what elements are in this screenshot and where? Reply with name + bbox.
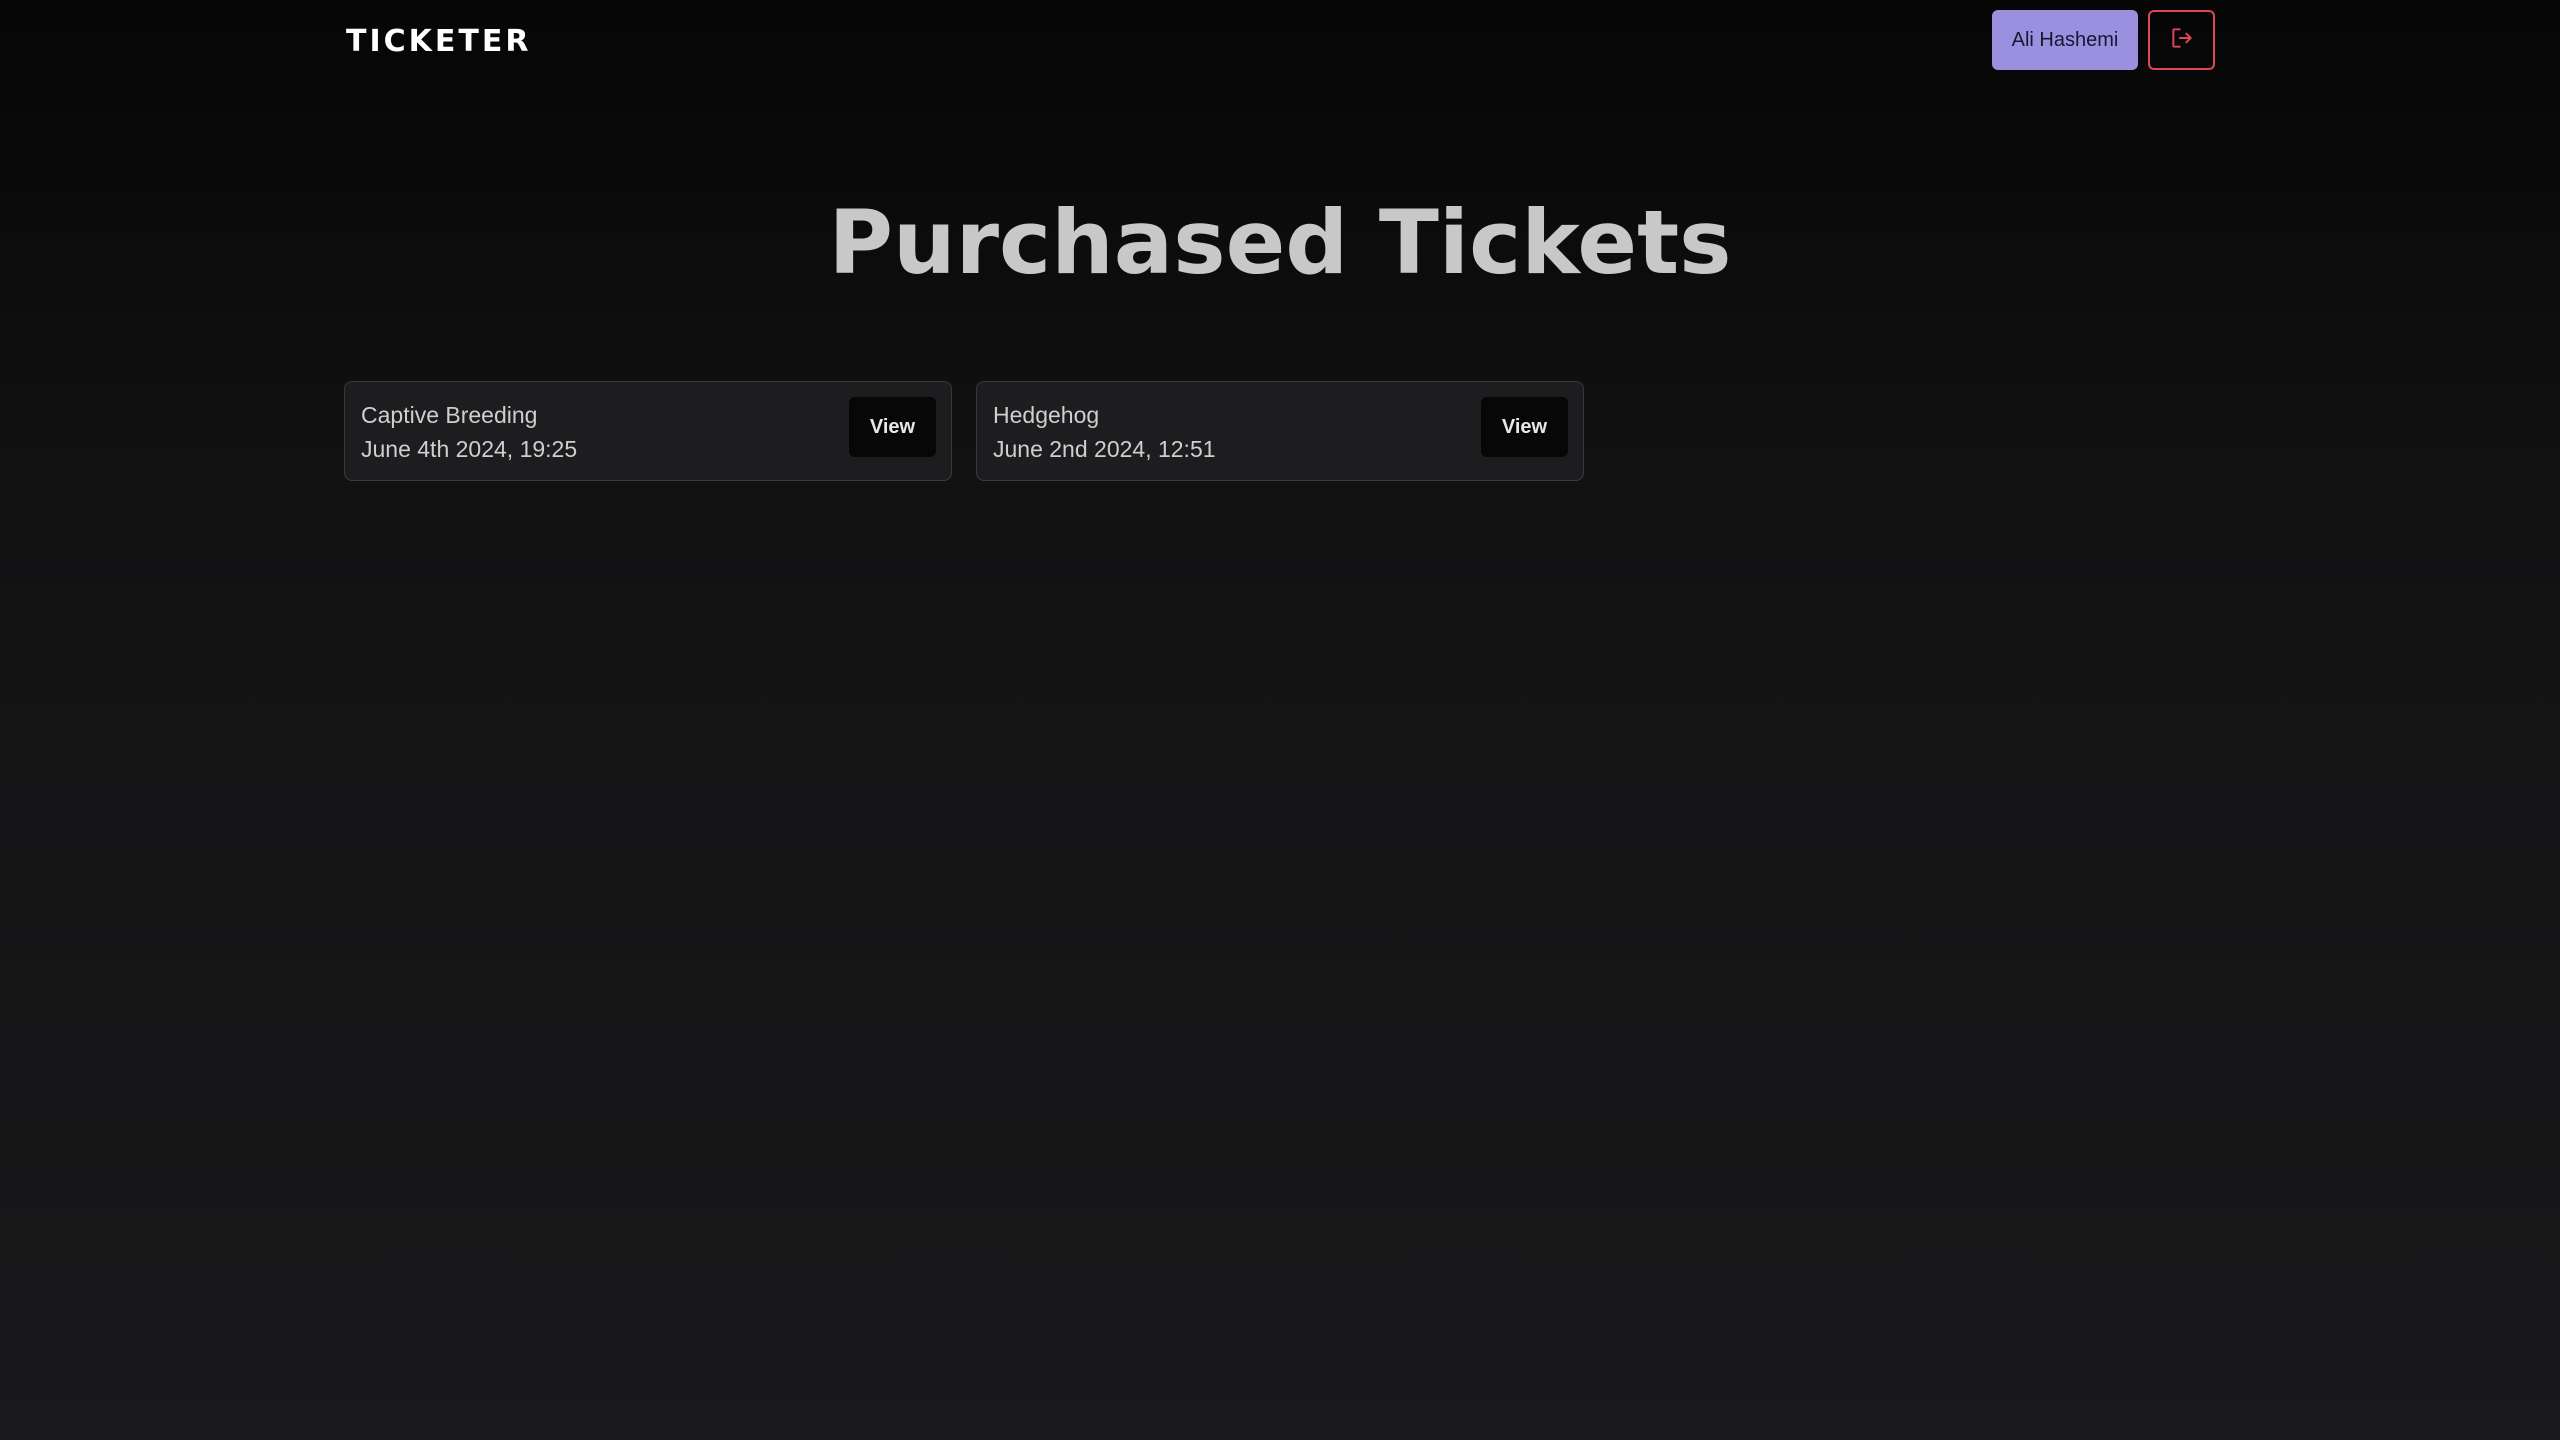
logout-icon	[2169, 25, 2195, 56]
ticket-card: Captive Breeding June 4th 2024, 19:25 Vi…	[344, 381, 952, 481]
ticket-date: June 2nd 2024, 12:51	[993, 436, 1216, 462]
view-ticket-button[interactable]: View	[849, 397, 936, 457]
ticket-name: Captive Breeding	[361, 402, 538, 428]
logo[interactable]: TICKETER	[346, 22, 531, 62]
page-title: Purchased Tickets	[828, 191, 1732, 294]
ticket-name: Hedgehog	[993, 402, 1100, 428]
view-ticket-button[interactable]: View	[1481, 397, 1568, 457]
user-profile-button[interactable]: Ali Hashemi	[1992, 10, 2138, 70]
top-nav: TICKETER Ali Hashemi	[0, 0, 2560, 80]
logout-button[interactable]	[2148, 10, 2215, 70]
ticket-list: Captive Breeding June 4th 2024, 19:25 Vi…	[344, 381, 1584, 481]
ticket-card: Hedgehog June 2nd 2024, 12:51 View	[976, 381, 1584, 481]
ticket-date: June 4th 2024, 19:25	[361, 436, 578, 462]
